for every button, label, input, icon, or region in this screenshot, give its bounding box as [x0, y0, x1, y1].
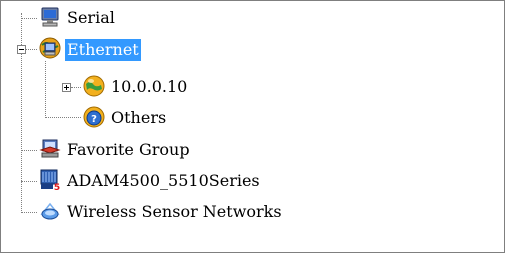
tree-line-root — [21, 13, 22, 213]
computer-monitor-icon — [41, 7, 59, 27]
tree-line-others — [45, 117, 81, 118]
tree-line-ethernet — [26, 49, 37, 50]
tree-line-wsn — [21, 212, 37, 213]
tree-label-others: Others — [111, 108, 167, 127]
svg-text:5: 5 — [54, 183, 60, 191]
tree-line-favorite — [21, 150, 37, 151]
question-globe-icon: ? — [83, 106, 105, 128]
tree-line-serial — [21, 18, 37, 19]
network-globe-computer-icon — [39, 37, 61, 59]
tree-label-adam-series: ADAM4500_5510Series — [67, 171, 260, 190]
expand-ip-button[interactable] — [62, 83, 71, 92]
tree-label-ethernet: Ethernet — [65, 39, 141, 61]
tree-line-adam — [21, 181, 37, 182]
adam-device-icon: 5 — [40, 169, 60, 191]
tree-label-wireless-sensor-networks: Wireless Sensor Networks — [67, 202, 282, 221]
tree-line-ethernet-children — [45, 61, 46, 118]
favorite-group-icon — [39, 139, 61, 158]
tree-label-ip-host: 10.0.0.10 — [111, 77, 188, 96]
tree-label-favorite-group: Favorite Group — [67, 140, 190, 159]
tree-label-serial: Serial — [67, 8, 115, 27]
svg-text:?: ? — [91, 114, 97, 125]
globe-icon — [83, 75, 105, 97]
tree-line-ip — [71, 87, 81, 88]
device-tree-panel[interactable]: Serial Ethernet 10.0.0.10 ? Others Favor… — [0, 0, 505, 253]
wireless-sensor-icon — [40, 202, 60, 220]
collapse-ethernet-button[interactable] — [17, 45, 26, 54]
